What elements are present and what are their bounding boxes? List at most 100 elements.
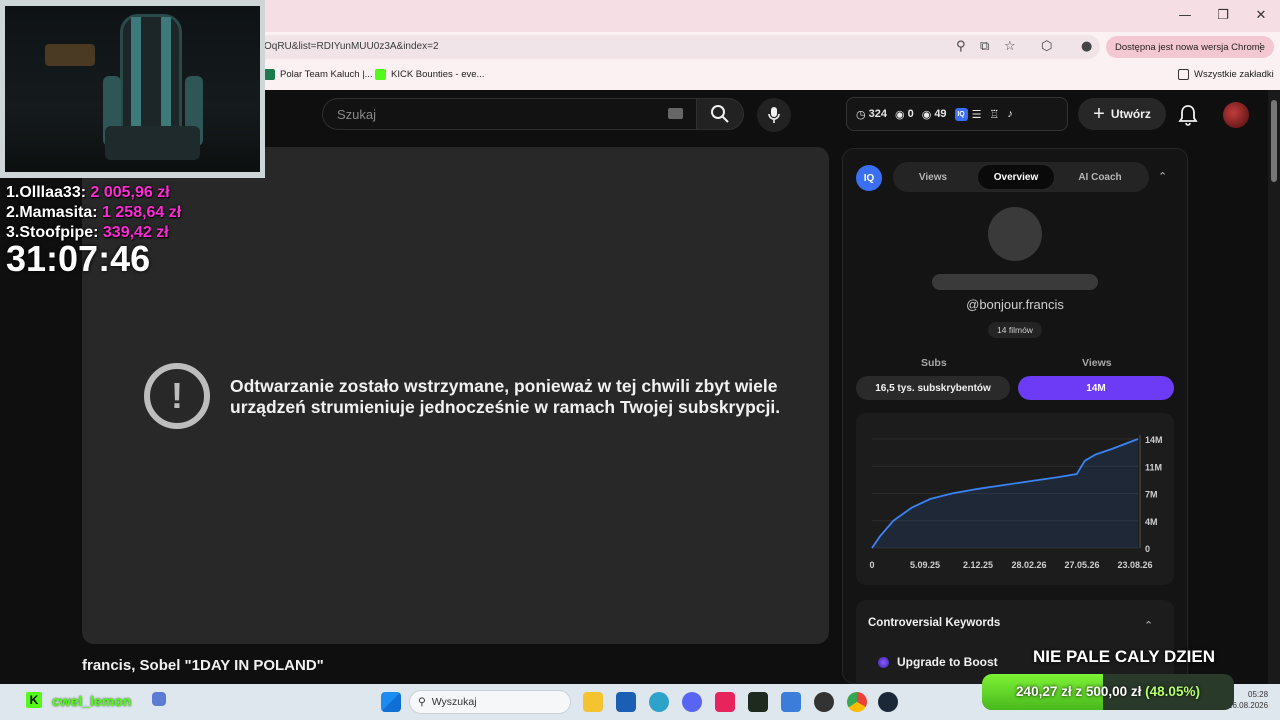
kick-logo-icon: K	[26, 692, 42, 708]
keywords-title: Controversial Keywords	[868, 617, 1001, 629]
playback-error-message: Odtwarzanie zostało wstrzymane, ponieważ…	[230, 376, 781, 417]
stat-eye-a: ◉ 0	[894, 108, 914, 121]
webcam-feed	[5, 6, 260, 172]
leaderboard-row-2: 2.Mamasita: 1 258,64 zł	[6, 204, 182, 221]
vidiq-icon[interactable]: IQ	[954, 107, 968, 121]
keyboard-icon[interactable]	[668, 108, 683, 119]
eye-icon: ◉	[894, 108, 905, 121]
bookmark-polar-team[interactable]: Polar Team Kaluch |...	[264, 69, 373, 80]
tiktok-icon[interactable]	[715, 692, 735, 712]
vidiq-logo-icon: IQ	[856, 165, 882, 191]
stat-clock: ◷ 324	[856, 108, 887, 121]
window-controls: — ❐ ✕	[1166, 0, 1280, 32]
store-icon[interactable]	[616, 692, 636, 712]
update-label: Dostępna jest nowa wersja Chrome	[1115, 41, 1265, 53]
app-icon[interactable]	[748, 692, 768, 712]
install-icon[interactable]: ⧉	[980, 39, 989, 55]
photos-icon[interactable]	[781, 692, 801, 712]
error-icon: !	[144, 363, 210, 429]
chart-x-tick-label: 5.09.25	[910, 560, 940, 570]
chart-y-tick-label: 11M	[1145, 462, 1162, 472]
menu-dots-icon[interactable]: ⋮	[1255, 41, 1266, 54]
chart-y-tick-label: 14M	[1145, 435, 1163, 445]
obs-icon[interactable]	[814, 692, 834, 712]
channel-handle: @bonjour.francis	[966, 297, 1064, 312]
search-button[interactable]	[696, 98, 744, 130]
tab-overview[interactable]: Overview	[978, 165, 1054, 189]
taskbar-search[interactable]: ⚲ Wyszukaj	[409, 690, 571, 714]
windows-start-icon[interactable]	[381, 692, 401, 712]
video-count-badge: 14 filmów	[988, 322, 1042, 338]
chair-seat	[105, 126, 200, 160]
video-title: francis, Sobel "1DAY IN POLAND"	[82, 657, 324, 674]
search-input[interactable]	[322, 98, 696, 130]
list-icon[interactable]: ☰	[972, 108, 982, 121]
views-chart: 0 4M 7M 11M 14M 0 5.09.25 2.12.25 28.02.26 27.05.…	[869, 435, 1163, 570]
views-heading: Views	[1082, 357, 1112, 369]
gaming-chair	[120, 14, 182, 134]
keywords-chevron-icon[interactable]: ⌃	[1144, 619, 1153, 632]
eye-icon: ◉	[921, 108, 932, 121]
chart-y-tick-label: 7M	[1145, 490, 1158, 500]
leaderboard-row-1: 1.Olllaa33: 2 005,96 zł	[6, 184, 170, 201]
tray-app-icon[interactable]	[152, 692, 166, 706]
upgrade-boost-button[interactable]: Upgrade to Boost	[878, 655, 998, 669]
channel-name-placeholder	[932, 274, 1098, 290]
channel-avatar	[988, 207, 1042, 261]
clock-icon: ◷	[856, 108, 866, 121]
donation-goal-text: 240,27 zł z 500,00 zł (48.05%)	[1016, 684, 1200, 699]
extensions-icon[interactable]: ⬡	[1041, 39, 1052, 55]
steam-icon[interactable]	[878, 692, 898, 712]
plus-icon: +	[1093, 103, 1105, 125]
avatar[interactable]	[1223, 102, 1249, 128]
scrollbar-thumb[interactable]	[1271, 100, 1277, 182]
search-placeholder: Szukaj	[337, 107, 377, 122]
bookmark-kick-bounties[interactable]: KICK Bounties - eve...	[375, 69, 484, 80]
chrome-icon[interactable]	[847, 692, 867, 712]
bookmark-star-icon[interactable]: ☆	[1004, 39, 1016, 55]
folder-icon	[1178, 69, 1189, 80]
tab-views[interactable]: Views	[896, 165, 970, 189]
restore-button[interactable]: ❐	[1204, 0, 1242, 30]
chart-x-tick-label: 0	[869, 560, 874, 570]
chrome-update-button[interactable]: Dostępna jest nowa wersja Chrome ⋮	[1106, 36, 1274, 58]
collapse-chevron-icon[interactable]: ⌃	[1158, 170, 1167, 183]
edge-icon[interactable]	[649, 692, 669, 712]
notification-icon[interactable]: ♪	[1007, 108, 1013, 120]
bell-icon[interactable]	[1178, 104, 1198, 126]
keywords-card	[856, 600, 1174, 684]
search-icon	[711, 105, 729, 123]
views-button[interactable]: 14M	[1018, 376, 1174, 400]
voice-search-button[interactable]	[757, 98, 791, 132]
search-icon: ⚲	[418, 696, 426, 708]
stat-eye-b: ◉ 49	[921, 108, 947, 121]
discord-icon[interactable]	[682, 692, 702, 712]
chart-y-tick-label: 0	[1145, 544, 1150, 554]
trophy-icon[interactable]: ♖	[989, 108, 999, 121]
kick-username: cwel_lemon	[52, 693, 132, 709]
taskbar-clock: 05:28 26.08.2026	[1228, 690, 1269, 710]
chart-x-tick-label: 28.02.26	[1011, 560, 1046, 570]
tab-ai-coach[interactable]: AI Coach	[1062, 165, 1138, 189]
subs-button[interactable]: 16,5 tys. subskrybentów	[856, 376, 1010, 400]
chart-x-tick-label: 23.08.26	[1117, 560, 1152, 570]
close-button[interactable]: ✕	[1242, 0, 1280, 30]
chart-y-tick-label: 4M	[1145, 517, 1158, 527]
address-url: OqRU&list=RDIYunMUU0z3A&index=2	[264, 41, 439, 52]
minimize-button[interactable]: —	[1166, 0, 1204, 30]
webcam-overlay	[0, 0, 265, 178]
chart-x-tick-label: 27.05.26	[1064, 560, 1099, 570]
extension-stats-pill[interactable]: ◷ 324 ◉ 0 ◉ 49 IQ ☰ ♖ ♪	[846, 97, 1068, 131]
stream-timer: 31:07:46	[6, 238, 151, 279]
kick-favicon-icon	[375, 69, 386, 80]
microphone-icon	[768, 107, 780, 123]
all-bookmarks[interactable]: Wszystkie zakładki	[1178, 69, 1274, 80]
file-explorer-icon[interactable]	[583, 692, 603, 712]
subs-heading: Subs	[921, 357, 947, 369]
stream-banner: NIE PALE CALY DZIEN	[1033, 647, 1215, 666]
chart-x-tick-label: 2.12.25	[963, 560, 993, 570]
profile-icon[interactable]: ●	[1081, 39, 1092, 55]
boost-icon	[878, 656, 889, 668]
create-button[interactable]: + Utwórz	[1078, 98, 1166, 130]
zoom-icon[interactable]: ⚲	[956, 39, 966, 55]
